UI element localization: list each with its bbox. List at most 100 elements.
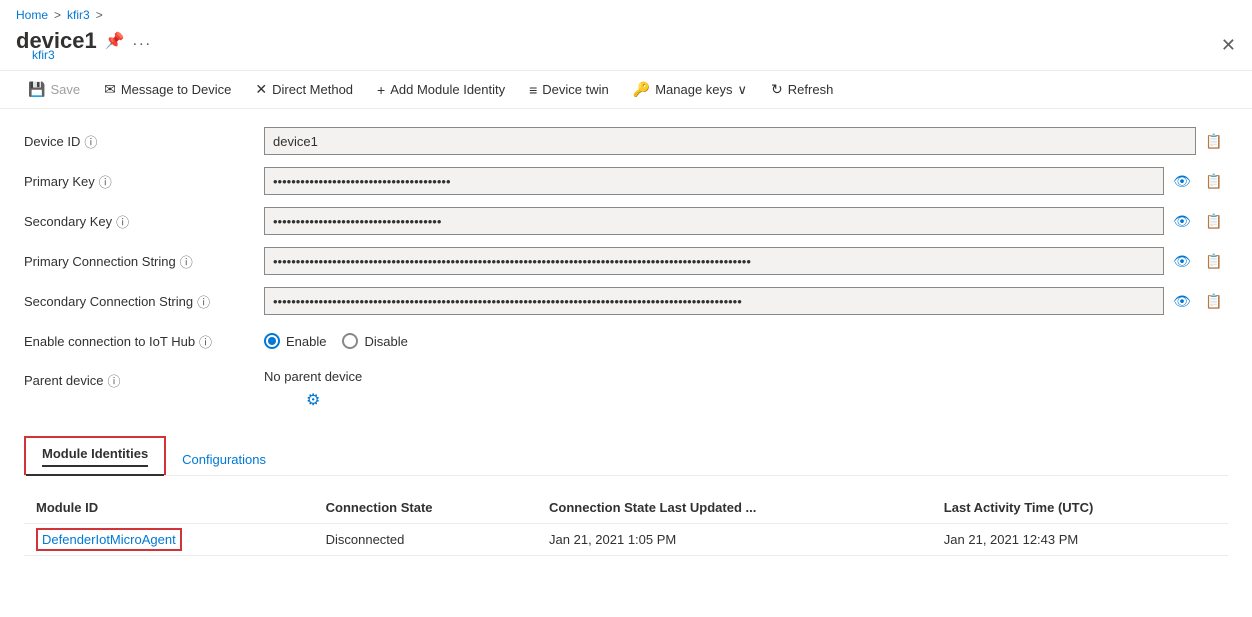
disable-radio-circle bbox=[342, 333, 358, 349]
col-last-activity: Last Activity Time (UTC) bbox=[932, 492, 1228, 524]
eye-icon: 👁 bbox=[1173, 253, 1191, 270]
secondary-key-label: Secondary Key ⓘ bbox=[24, 212, 264, 231]
module-id-link[interactable]: DefenderIotMicroAgent bbox=[36, 528, 182, 551]
message-icon: ✉ bbox=[104, 81, 116, 98]
refresh-label: Refresh bbox=[788, 82, 834, 97]
secondary-key-field: 👁 📋 bbox=[264, 207, 1228, 235]
refresh-icon: ↻ bbox=[771, 81, 783, 98]
primary-key-eye-button[interactable]: 👁 bbox=[1168, 167, 1196, 195]
copy-icon: 📋 bbox=[1205, 133, 1222, 150]
save-label: Save bbox=[50, 82, 80, 97]
last-activity-cell: Jan 21, 2021 12:43 PM bbox=[932, 524, 1228, 556]
breadcrumb-sep2: > bbox=[96, 8, 103, 22]
eye-icon: 👁 bbox=[1173, 293, 1191, 310]
breadcrumb: Home > kfir3 > bbox=[0, 0, 1252, 24]
device-id-input[interactable] bbox=[264, 127, 1196, 155]
gear-icon: ⚙ bbox=[306, 392, 320, 409]
secondary-conn-field: 👁 📋 bbox=[264, 287, 1228, 315]
device-id-row: Device ID ⓘ 📋 bbox=[24, 125, 1228, 157]
parent-device-info-icon[interactable]: ⓘ bbox=[108, 371, 121, 390]
enable-conn-row: Enable connection to IoT Hub ⓘ Enable Di… bbox=[24, 325, 1228, 357]
table-body: DefenderIotMicroAgent Disconnected Jan 2… bbox=[24, 524, 1228, 556]
copy-icon: 📋 bbox=[1205, 293, 1222, 310]
enable-conn-label: Enable connection to IoT Hub ⓘ bbox=[24, 332, 264, 351]
tab-module-identities[interactable]: Module Identities bbox=[24, 436, 166, 475]
primary-conn-field: 👁 📋 bbox=[264, 247, 1228, 275]
enable-radio-option[interactable]: Enable bbox=[264, 333, 326, 349]
manage-keys-button[interactable]: 🔑 Manage keys ∨ bbox=[621, 75, 759, 104]
toolbar: 💾 Save ✉ Message to Device ✕ Direct Meth… bbox=[0, 70, 1252, 109]
parent-device-section: No parent device ⚙ bbox=[264, 369, 362, 412]
radio-group: Enable Disable bbox=[264, 333, 408, 349]
secondary-conn-input[interactable] bbox=[264, 287, 1164, 315]
direct-method-label: Direct Method bbox=[272, 82, 353, 97]
device-id-copy-button[interactable]: 📋 bbox=[1200, 127, 1228, 155]
message-to-device-button[interactable]: ✉ Message to Device bbox=[92, 75, 243, 104]
content-area: Device ID ⓘ 📋 Primary Key ⓘ 👁 📋 S bbox=[0, 109, 1252, 572]
copy-icon: 📋 bbox=[1205, 213, 1222, 230]
enable-radio-circle bbox=[264, 333, 280, 349]
last-updated-cell: Jan 21, 2021 1:05 PM bbox=[537, 524, 932, 556]
secondary-key-row: Secondary Key ⓘ 👁 📋 bbox=[24, 205, 1228, 237]
device-twin-label: Device twin bbox=[542, 82, 608, 97]
tabs-row: Module Identities Configurations bbox=[24, 436, 1228, 475]
table-header: Module ID Connection State Connection St… bbox=[24, 492, 1228, 524]
copy-icon: 📋 bbox=[1205, 173, 1222, 190]
primary-conn-copy-button[interactable]: 📋 bbox=[1200, 247, 1228, 275]
message-label: Message to Device bbox=[121, 82, 232, 97]
enable-conn-info-icon[interactable]: ⓘ bbox=[199, 332, 212, 351]
connection-state-cell: Disconnected bbox=[314, 524, 537, 556]
breadcrumb-sep1: > bbox=[54, 8, 61, 22]
secondary-key-eye-button[interactable]: 👁 bbox=[1168, 207, 1196, 235]
primary-key-label: Primary Key ⓘ bbox=[24, 172, 264, 191]
device-id-label: Device ID ⓘ bbox=[24, 132, 264, 151]
table-section: Module ID Connection State Connection St… bbox=[24, 492, 1228, 556]
add-icon: + bbox=[377, 82, 385, 98]
refresh-button[interactable]: ↻ Refresh bbox=[759, 75, 845, 104]
primary-key-field: 👁 📋 bbox=[264, 167, 1228, 195]
primary-key-row: Primary Key ⓘ 👁 📋 bbox=[24, 165, 1228, 197]
disable-radio-option[interactable]: Disable bbox=[342, 333, 407, 349]
device-twin-icon: ≡ bbox=[529, 82, 537, 98]
no-parent-text: No parent device bbox=[264, 369, 362, 384]
add-module-label: Add Module Identity bbox=[390, 82, 505, 97]
module-identities-table: Module ID Connection State Connection St… bbox=[24, 492, 1228, 556]
parent-device-label: Parent device ⓘ bbox=[24, 369, 264, 390]
manage-keys-label: Manage keys bbox=[655, 82, 732, 97]
copy-icon: 📋 bbox=[1205, 253, 1222, 270]
primary-conn-label: Primary Connection String ⓘ bbox=[24, 252, 264, 271]
primary-key-copy-button[interactable]: 📋 bbox=[1200, 167, 1228, 195]
save-button[interactable]: 💾 Save bbox=[16, 75, 92, 104]
primary-key-info-icon[interactable]: ⓘ bbox=[99, 172, 112, 191]
enable-conn-field: Enable Disable bbox=[264, 333, 1228, 349]
device-id-info-icon[interactable]: ⓘ bbox=[84, 132, 97, 151]
secondary-conn-info-icon[interactable]: ⓘ bbox=[197, 292, 210, 311]
title-area: device1 📌 ... kfir3 bbox=[16, 28, 152, 62]
key-icon: 🔑 bbox=[633, 81, 650, 98]
direct-method-button[interactable]: ✕ Direct Method bbox=[243, 75, 365, 104]
primary-conn-info-icon[interactable]: ⓘ bbox=[180, 252, 193, 271]
eye-icon: 👁 bbox=[1173, 173, 1191, 190]
disable-radio-label: Disable bbox=[364, 334, 407, 349]
add-module-identity-button[interactable]: + Add Module Identity bbox=[365, 76, 517, 104]
primary-conn-row: Primary Connection String ⓘ 👁 📋 bbox=[24, 245, 1228, 277]
device-twin-button[interactable]: ≡ Device twin bbox=[517, 76, 621, 104]
primary-conn-input[interactable] bbox=[264, 247, 1164, 275]
tabs-section: Module Identities Configurations bbox=[24, 436, 1228, 476]
secondary-key-input[interactable] bbox=[264, 207, 1164, 235]
secondary-key-info-icon[interactable]: ⓘ bbox=[116, 212, 129, 231]
parent-device-gear-button[interactable]: ⚙ bbox=[264, 388, 362, 412]
direct-method-icon: ✕ bbox=[255, 81, 267, 98]
secondary-conn-copy-button[interactable]: 📋 bbox=[1200, 287, 1228, 315]
module-id-cell: DefenderIotMicroAgent bbox=[24, 524, 314, 556]
secondary-key-copy-button[interactable]: 📋 bbox=[1200, 207, 1228, 235]
primary-key-input[interactable] bbox=[264, 167, 1164, 195]
tab-configurations[interactable]: Configurations bbox=[166, 444, 282, 475]
breadcrumb-kfir3[interactable]: kfir3 bbox=[67, 8, 90, 22]
chevron-down-icon: ∨ bbox=[738, 82, 748, 98]
page-header: device1 📌 ... kfir3 ✕ bbox=[0, 24, 1252, 66]
primary-conn-eye-button[interactable]: 👁 bbox=[1168, 247, 1196, 275]
secondary-conn-eye-button[interactable]: 👁 bbox=[1168, 287, 1196, 315]
close-button[interactable]: ✕ bbox=[1221, 35, 1236, 56]
breadcrumb-home[interactable]: Home bbox=[16, 8, 48, 22]
